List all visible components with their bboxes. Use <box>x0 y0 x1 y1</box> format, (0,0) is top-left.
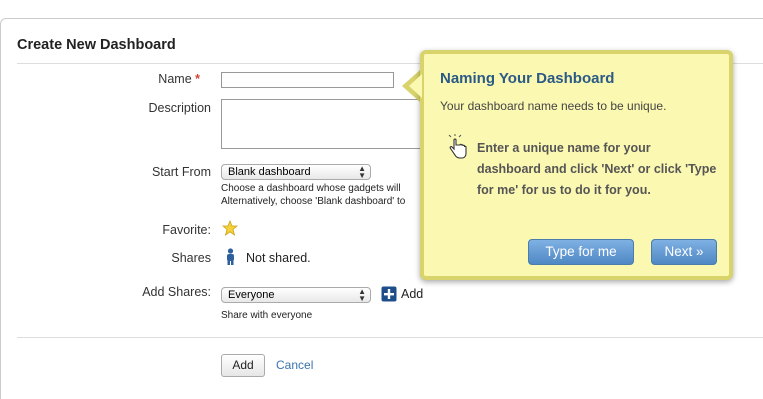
next-button[interactable]: Next » <box>651 239 717 265</box>
favorite-label: Favorite: <box>162 223 211 237</box>
cancel-link[interactable]: Cancel <box>276 358 313 372</box>
required-mark: * <box>195 72 200 86</box>
add-button[interactable]: Add <box>221 354 265 377</box>
tooltip-arrow-inner <box>409 74 422 98</box>
start-from-hint-line1: Choose a dashboard whose gadgets will <box>221 183 401 194</box>
up-down-arrows-icon: ▲ ▼ <box>358 287 366 303</box>
page-title: Create New Dashboard <box>17 37 176 53</box>
name-input[interactable] <box>221 72 394 88</box>
start-from-selected-value: Blank dashboard <box>228 166 311 178</box>
footer-divider <box>17 337 763 338</box>
up-down-arrows-icon: ▲ ▼ <box>358 164 366 180</box>
type-for-me-button[interactable]: Type for me <box>528 239 634 265</box>
hand-pointer-icon <box>446 134 468 167</box>
start-from-hint-line2: Alternatively, choose 'Blank dashboard' … <box>221 196 406 207</box>
name-label: Name * <box>0 72 200 86</box>
shares-value: Not shared. <box>246 251 311 265</box>
tooltip-body: Enter a unique name for your dashboard a… <box>477 141 717 197</box>
naming-tooltip: Naming Your Dashboard Your dashboard nam… <box>420 50 733 280</box>
description-input[interactable] <box>221 99 451 149</box>
add-share-link[interactable]: Add <box>401 287 423 301</box>
tooltip-title: Naming Your Dashboard <box>440 70 615 87</box>
star-icon[interactable] <box>221 219 239 241</box>
add-shares-hint: Share with everyone <box>221 310 313 321</box>
shares-label: Shares <box>171 251 211 265</box>
start-from-label: Start From <box>151 165 211 179</box>
add-shares-selected-value: Everyone <box>228 289 275 301</box>
add-shares-select[interactable]: Everyone ▲ ▼ <box>221 287 371 303</box>
user-icon <box>225 248 236 271</box>
description-label: Description <box>148 101 211 115</box>
name-label-text: Name <box>158 72 192 86</box>
add-shares-label: Add Shares: <box>142 285 211 299</box>
start-from-select[interactable]: Blank dashboard ▲ ▼ <box>221 164 371 180</box>
plus-icon[interactable] <box>381 286 397 307</box>
tooltip-subtitle: Your dashboard name needs to be unique. <box>440 99 667 113</box>
